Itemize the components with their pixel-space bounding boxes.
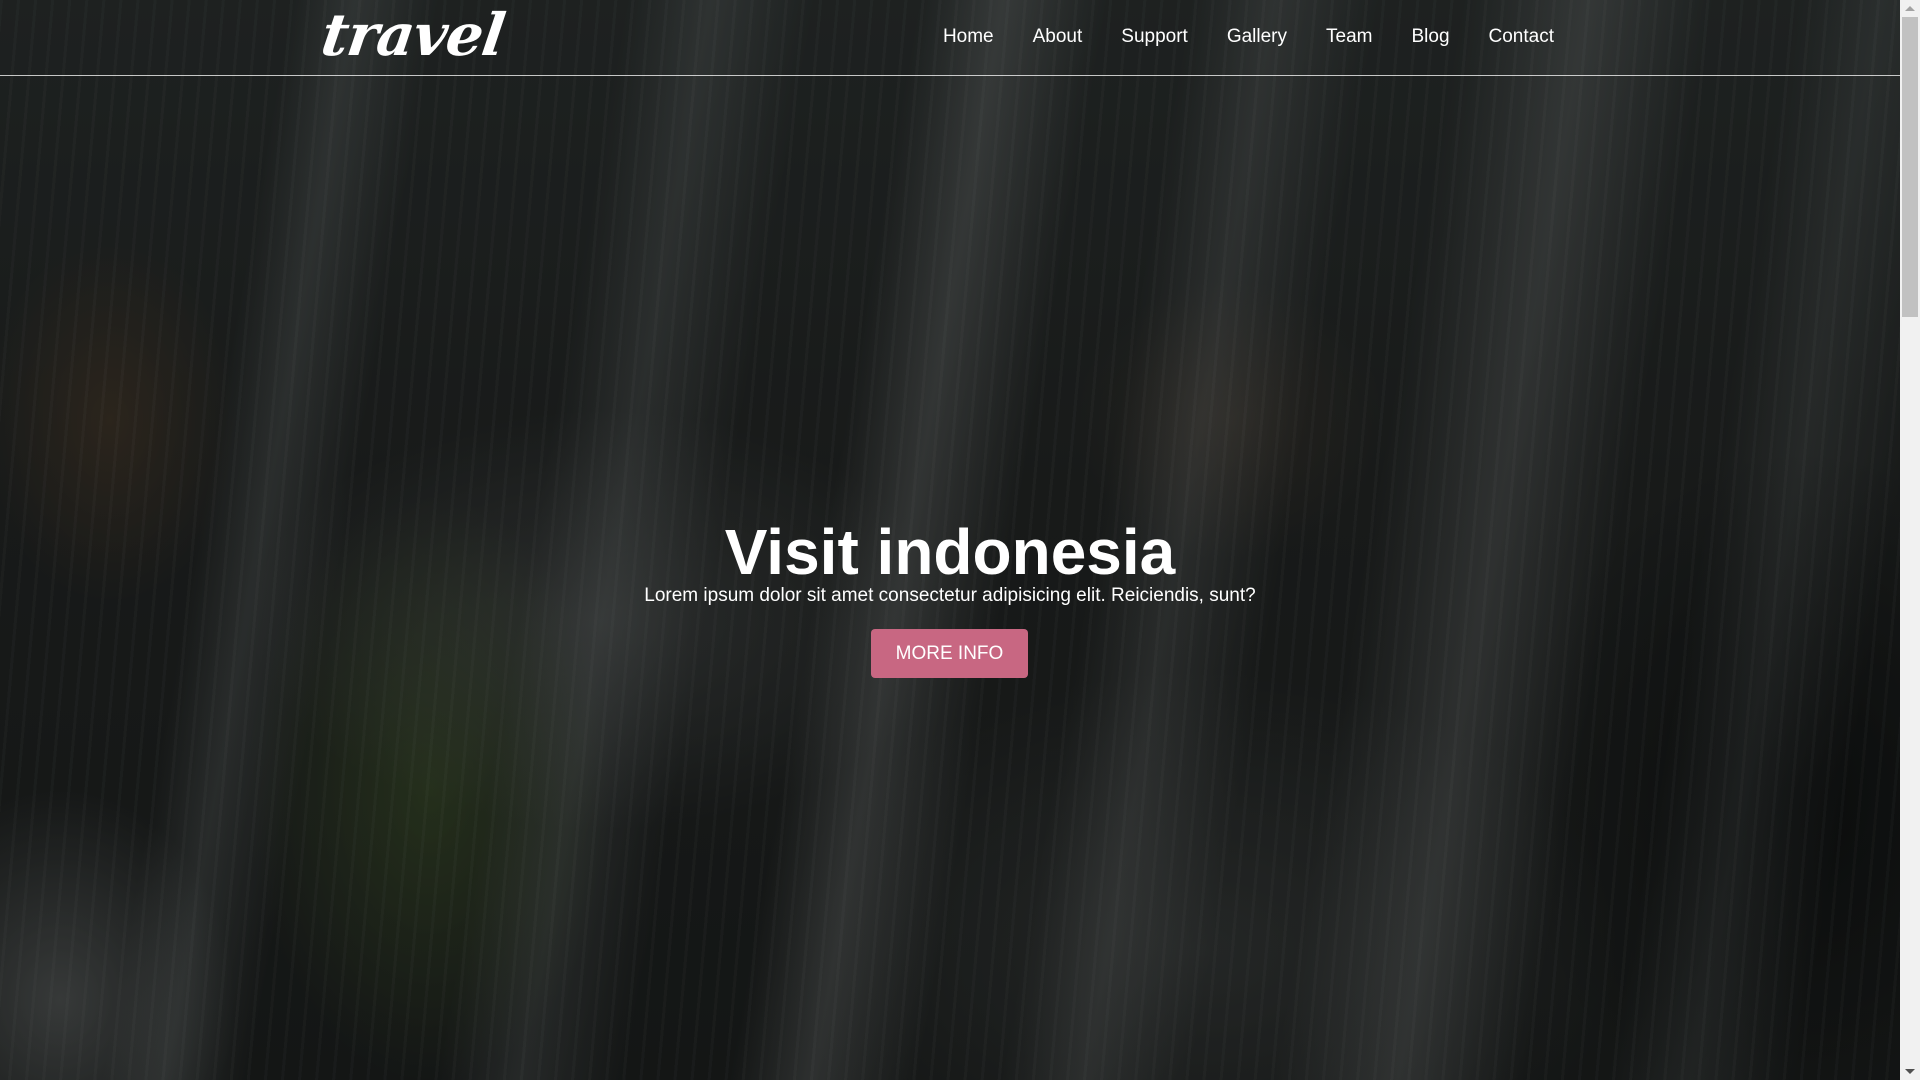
vertical-scrollbar[interactable] bbox=[1900, 0, 1920, 1080]
hero-subtitle: Lorem ipsum dolor sit amet consectetur a… bbox=[644, 585, 1256, 606]
hero-background: travel Home About Support Gallery Team B… bbox=[0, 0, 1900, 1080]
hero-section: Visit indonesia Lorem ipsum dolor sit am… bbox=[0, 0, 1900, 1080]
nav-item-gallery[interactable]: Gallery bbox=[1227, 24, 1287, 50]
nav-item-contact[interactable]: Contact bbox=[1489, 24, 1554, 50]
nav-menu: Home About Support Gallery Team Blog Con… bbox=[904, 24, 1554, 50]
nav-item-home[interactable]: Home bbox=[943, 24, 994, 50]
scrollbar-thumb[interactable] bbox=[1902, 17, 1918, 317]
nav-item-team[interactable]: Team bbox=[1326, 24, 1372, 50]
scroll-up-arrow-icon[interactable] bbox=[1905, 6, 1915, 11]
brand-logo[interactable]: travel bbox=[317, 0, 508, 70]
navbar: travel Home About Support Gallery Team B… bbox=[0, 0, 1900, 76]
nav-item-blog[interactable]: Blog bbox=[1411, 24, 1449, 50]
more-info-button[interactable]: MORE INFO bbox=[871, 629, 1028, 678]
nav-item-support[interactable]: Support bbox=[1121, 24, 1188, 50]
hero-title: Visit indonesia bbox=[724, 516, 1176, 588]
nav-item-about[interactable]: About bbox=[1033, 24, 1083, 50]
scroll-down-arrow-icon[interactable] bbox=[1905, 1069, 1915, 1074]
